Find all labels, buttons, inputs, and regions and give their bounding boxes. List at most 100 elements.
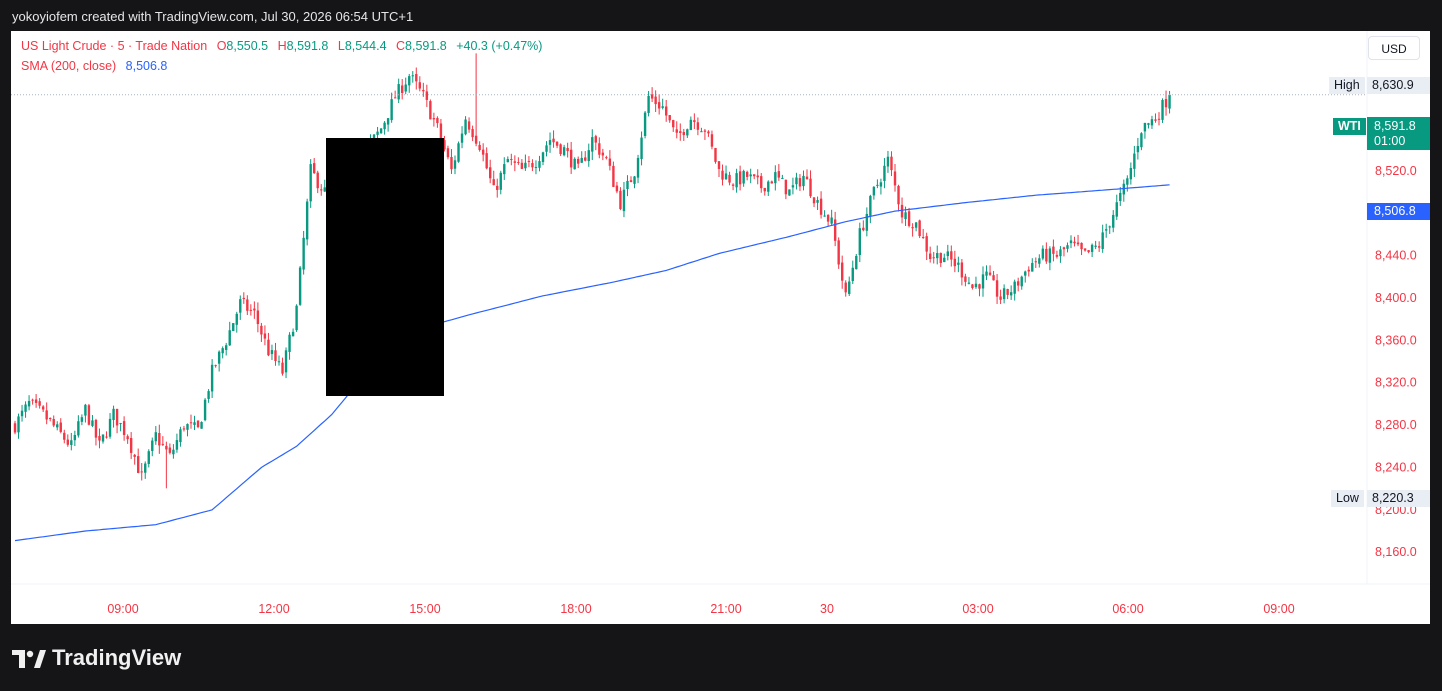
candle-body (31, 399, 34, 401)
brand-name: TradingView (52, 645, 182, 670)
candle-body (165, 445, 168, 450)
candle-body (1133, 153, 1136, 169)
candle-body (20, 410, 24, 417)
candle-body (1105, 229, 1108, 231)
candle-body (608, 158, 612, 166)
candle-body (376, 131, 379, 135)
x-tick-label: 09:00 (107, 602, 138, 616)
candle-body (932, 257, 935, 259)
candle-body (1024, 271, 1027, 276)
candle-body (1157, 118, 1161, 120)
candle-body (731, 184, 735, 186)
tradingview-logo[interactable]: TradingView (12, 645, 181, 671)
candle-body (805, 176, 809, 180)
candle-body (967, 282, 971, 284)
candle-body (467, 121, 471, 130)
candle-body (277, 361, 281, 363)
symbol-tag: WTI (1333, 118, 1366, 135)
candle-body (657, 102, 661, 109)
candle-body (436, 118, 439, 124)
candle-body (921, 236, 925, 238)
candle-body (774, 172, 777, 184)
candle-body (1002, 288, 1006, 300)
candle-body (122, 421, 126, 436)
candle-body (1129, 167, 1133, 180)
candle-body (665, 106, 668, 116)
candle-body (24, 404, 27, 412)
candle-body (943, 257, 946, 263)
y-tick-label: 8,440.0 (1375, 249, 1417, 263)
currency-button[interactable]: USD (1368, 36, 1420, 60)
high-label: High (1329, 77, 1365, 94)
indicator-legend: SMA (200, close) 8,506.8 (21, 59, 167, 73)
y-tick-label: 8,280.0 (1375, 418, 1417, 432)
candle-body (492, 179, 495, 186)
candle-body (98, 435, 101, 441)
candle-body (541, 152, 545, 162)
candle-body (612, 165, 615, 187)
candle-body (710, 134, 714, 147)
candle-body (87, 405, 91, 425)
candle-body (386, 118, 390, 125)
candle-body (302, 237, 305, 270)
candle-body (70, 440, 73, 445)
chart-panel[interactable]: 8,160.0 8,200.0 8,240.0 8,280.0 8,320.0 8,360… (11, 31, 1430, 624)
tradingview-logo-icon (12, 650, 46, 669)
candle-body (1112, 214, 1115, 228)
candle-body (548, 140, 552, 145)
sma-label[interactable]: SMA (200, close) (21, 59, 116, 73)
candle-body (802, 175, 805, 187)
close-key: C (396, 39, 406, 53)
candle-body (1161, 100, 1164, 120)
candle-body (288, 334, 291, 352)
candle-body (1115, 202, 1118, 217)
candle-body (66, 439, 69, 445)
candlestick-chart[interactable]: 8,160.08,200.08,240.08,280.08,320.08,360… (11, 31, 1430, 624)
candle-body (999, 296, 1002, 300)
candle-body (1143, 122, 1147, 132)
x-tick-label: 18:00 (560, 602, 591, 616)
candle-body (1059, 249, 1062, 257)
candle-body (38, 401, 41, 406)
candle-body (158, 432, 161, 446)
candle-body (422, 89, 425, 92)
candle-body (872, 186, 876, 196)
candle-body (538, 161, 541, 168)
candle-body (217, 351, 221, 364)
candle-body (1041, 248, 1045, 259)
candle-body (1090, 244, 1094, 252)
candle-body (964, 276, 967, 282)
candle-body (981, 274, 985, 289)
candle-body (186, 424, 189, 430)
candle-body (587, 150, 590, 162)
top-bar: yokoyiofem created with TradingView.com,… (0, 0, 1442, 30)
candle-body (672, 120, 675, 128)
candle-body (753, 174, 756, 177)
candle-body (566, 148, 569, 152)
candle-body (203, 399, 207, 421)
candle-body (1164, 99, 1168, 108)
candle-body (105, 436, 108, 438)
candle-body (17, 416, 20, 433)
candle-body (225, 345, 228, 350)
candle-body (281, 362, 284, 374)
candle-body (221, 348, 224, 354)
candle-body (1045, 248, 1048, 262)
candle-body (1136, 146, 1140, 153)
candle-body (1031, 263, 1034, 272)
candle-body (80, 417, 84, 422)
candle-body (499, 172, 502, 190)
candle-body (478, 144, 481, 150)
candle-body (496, 185, 499, 190)
x-tick-label: 12:00 (258, 602, 289, 616)
candle-body (679, 131, 682, 134)
candle-body (168, 447, 172, 453)
high-value: 8,591.8 (286, 39, 329, 53)
candle-body (721, 170, 724, 180)
symbol-title[interactable]: US Light Crude · 5 · Trade Nation (21, 39, 207, 53)
sma-line (14, 184, 1170, 542)
candle-body (1069, 240, 1073, 244)
candle-body (742, 170, 745, 184)
candle-body (253, 308, 256, 311)
candle-body (1140, 133, 1143, 148)
